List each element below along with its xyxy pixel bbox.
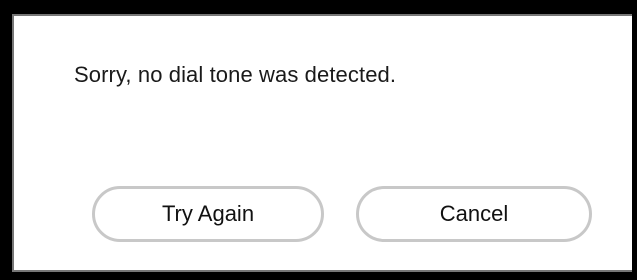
error-dialog: Sorry, no dial tone was detected. Try Ag… [12, 14, 632, 272]
try-again-button[interactable]: Try Again [92, 186, 324, 242]
bottom-border [0, 272, 637, 280]
dialog-message: Sorry, no dial tone was detected. [74, 62, 397, 87]
cancel-button[interactable]: Cancel [356, 186, 592, 242]
screen: Sorry, no dial tone was detected. Try Ag… [0, 0, 637, 280]
